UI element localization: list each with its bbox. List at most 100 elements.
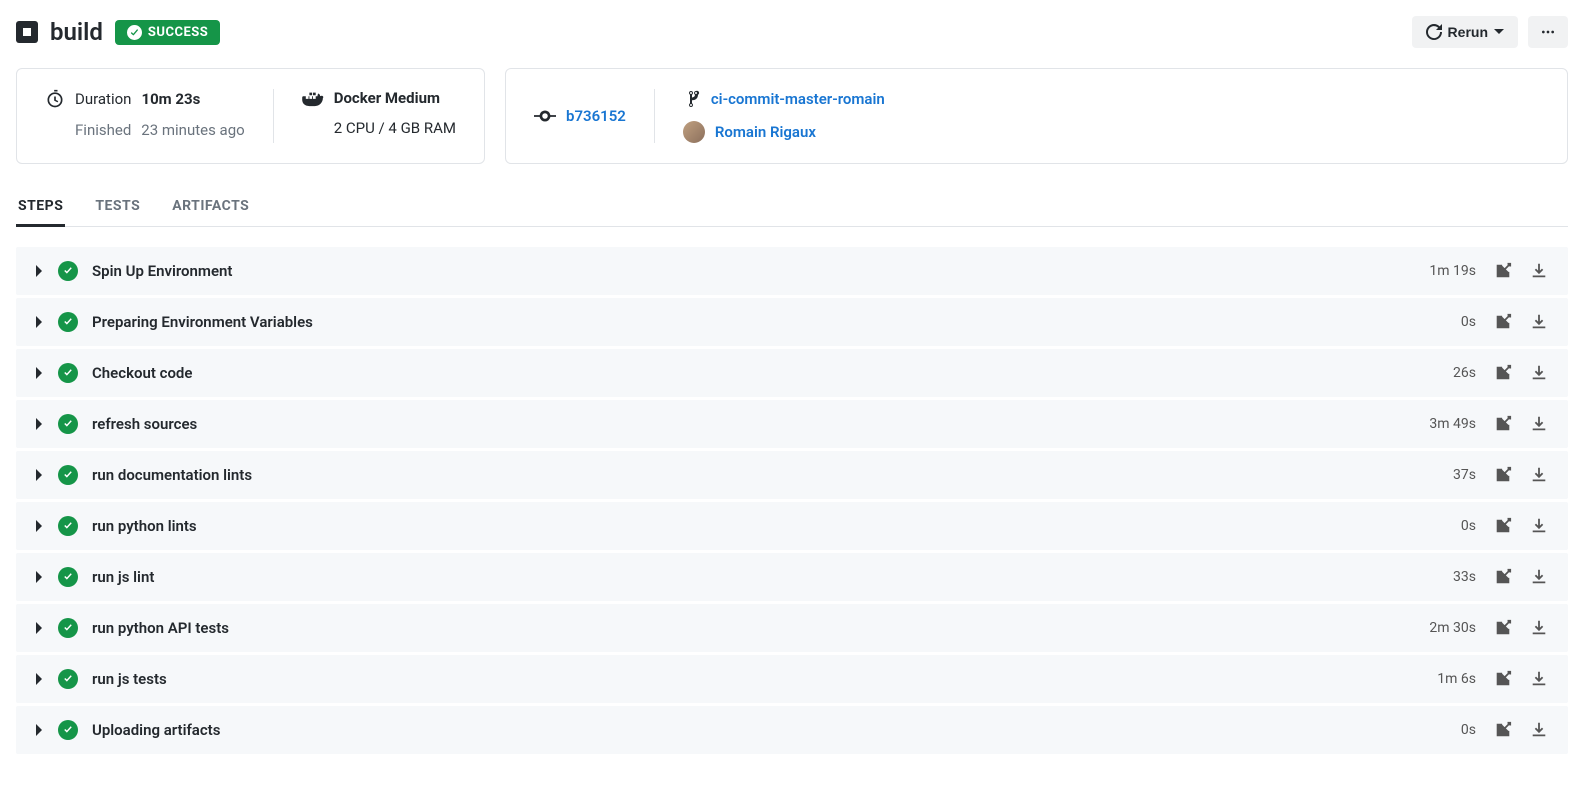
step-row[interactable]: Spin Up Environment 1m 19s [16, 247, 1568, 295]
open-externally-icon[interactable] [1494, 619, 1512, 637]
page-header: build SUCCESS Rerun [16, 16, 1568, 48]
branch-icon [683, 89, 701, 109]
chevron-right-icon [36, 364, 44, 383]
step-left: Preparing Environment Variables [36, 312, 1461, 332]
step-name: refresh sources [92, 415, 197, 433]
success-check-icon [58, 465, 78, 485]
open-externally-icon[interactable] [1494, 313, 1512, 331]
more-button[interactable] [1528, 16, 1568, 48]
step-name: run documentation lints [92, 466, 252, 484]
divider [654, 89, 655, 143]
rerun-icon [1426, 24, 1442, 40]
chevron-right-icon [36, 721, 44, 740]
step-row[interactable]: run js tests 1m 6s [16, 655, 1568, 703]
open-externally-icon[interactable] [1494, 568, 1512, 586]
open-externally-icon[interactable] [1494, 364, 1512, 382]
finished-value: 23 minutes ago [141, 121, 244, 139]
step-row[interactable]: run documentation lints37s [16, 451, 1568, 499]
step-duration: 0s [1461, 314, 1476, 330]
open-externally-icon[interactable] [1494, 670, 1512, 688]
step-right: 2m 30s [1429, 619, 1548, 637]
step-left: run js lint [36, 567, 1453, 587]
branch-link[interactable]: ci-commit-master-romain [711, 90, 885, 108]
chevron-right-icon [36, 517, 44, 536]
executor-name: Docker Medium [334, 89, 440, 107]
download-icon[interactable] [1530, 670, 1548, 688]
step-row[interactable]: Preparing Environment Variables 0s [16, 298, 1568, 346]
tab-artifacts[interactable]: ARTIFACTS [170, 188, 251, 227]
tab-steps[interactable]: STEPS [16, 188, 65, 227]
step-left: Spin Up Environment [36, 261, 1429, 281]
open-externally-icon[interactable] [1494, 415, 1512, 433]
step-left: run js tests [36, 669, 1437, 689]
step-duration: 3m 49s [1429, 416, 1476, 432]
step-row[interactable]: Checkout code 26s [16, 349, 1568, 397]
download-icon[interactable] [1530, 415, 1548, 433]
download-icon[interactable] [1530, 568, 1548, 586]
header-left: build SUCCESS [16, 18, 220, 46]
tabs: STEPS TESTS ARTIFACTS [16, 188, 1568, 227]
open-externally-icon[interactable] [1494, 262, 1512, 280]
duration-row: Duration 10m 23s [45, 89, 245, 109]
success-check-icon [58, 312, 78, 332]
executor-block: Docker Medium 2 CPU / 4 GB RAM [302, 89, 456, 143]
step-name: run js tests [92, 670, 167, 688]
stopwatch-icon [45, 89, 65, 109]
step-left: run python API tests [36, 618, 1429, 638]
step-row[interactable]: refresh sources 3m 49s [16, 400, 1568, 448]
open-externally-icon[interactable] [1494, 517, 1512, 535]
step-name: Preparing Environment Variables [92, 313, 313, 331]
build-title: build [50, 18, 103, 46]
download-icon[interactable] [1530, 262, 1548, 280]
step-row[interactable]: Uploading artifacts0s [16, 706, 1568, 754]
success-check-icon [58, 618, 78, 638]
download-icon[interactable] [1530, 517, 1548, 535]
download-icon[interactable] [1530, 619, 1548, 637]
chevron-right-icon [36, 568, 44, 587]
commit-icon [534, 110, 556, 122]
success-check-icon [58, 516, 78, 536]
download-icon[interactable] [1530, 721, 1548, 739]
chevron-right-icon [36, 619, 44, 638]
step-right: 33s [1453, 568, 1548, 586]
chevron-right-icon [36, 313, 44, 332]
rerun-button[interactable]: Rerun [1412, 16, 1518, 48]
duration-label: Duration [75, 90, 131, 108]
executor-spec: 2 CPU / 4 GB RAM [334, 119, 456, 137]
commit-card: b736152 ci-commit-master-romain Romain R… [505, 68, 1568, 164]
step-duration: 1m 6s [1437, 671, 1476, 687]
chevron-right-icon [36, 670, 44, 689]
header-right: Rerun [1412, 16, 1568, 48]
step-row[interactable]: run js lint33s [16, 553, 1568, 601]
chevron-right-icon [36, 466, 44, 485]
executor-card: Duration 10m 23s Finished 23 minutes ago… [16, 68, 485, 164]
open-externally-icon[interactable] [1494, 466, 1512, 484]
tab-tests[interactable]: TESTS [93, 188, 142, 227]
commit-row: b736152 [534, 107, 626, 125]
step-right: 1m 19s [1429, 262, 1548, 280]
download-icon[interactable] [1530, 313, 1548, 331]
info-cards: Duration 10m 23s Finished 23 minutes ago… [16, 68, 1568, 164]
step-name: Spin Up Environment [92, 262, 232, 280]
executor-row: Docker Medium [302, 89, 456, 107]
step-name: run python lints [92, 517, 197, 535]
step-row[interactable]: run python lints 0s [16, 502, 1568, 550]
step-duration: 26s [1453, 365, 1476, 381]
author-link[interactable]: Romain Rigaux [715, 123, 816, 141]
step-left: run python lints [36, 516, 1461, 536]
step-row[interactable]: run python API tests2m 30s [16, 604, 1568, 652]
duration-block: Duration 10m 23s Finished 23 minutes ago [45, 89, 245, 143]
commit-block: b736152 [534, 89, 626, 143]
step-left: run documentation lints [36, 465, 1453, 485]
step-right: 26s [1453, 364, 1548, 382]
download-icon[interactable] [1530, 364, 1548, 382]
step-duration: 0s [1461, 518, 1476, 534]
step-left: refresh sources [36, 414, 1429, 434]
chevron-right-icon [36, 415, 44, 434]
step-name: Checkout code [92, 364, 192, 382]
commit-hash-link[interactable]: b736152 [566, 107, 626, 125]
success-check-icon [58, 567, 78, 587]
open-externally-icon[interactable] [1494, 721, 1512, 739]
author-row: Romain Rigaux [683, 121, 885, 143]
download-icon[interactable] [1530, 466, 1548, 484]
